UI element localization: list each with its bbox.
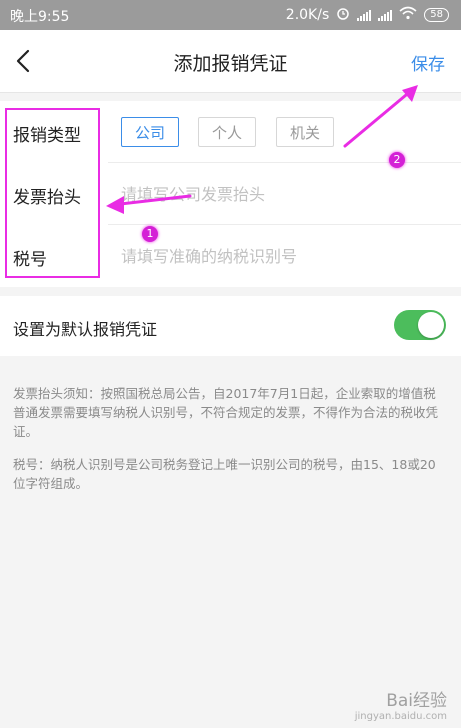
invoice-title-row: 发票抬头 [0,163,461,225]
type-option-company[interactable]: 公司 [121,117,179,147]
toggle-knob [418,312,444,338]
invoice-title-input[interactable] [121,177,441,211]
wifi-icon [399,6,417,24]
page-title: 添加报销凭证 [173,53,288,75]
tax-id-note: 税号：纳税人识别号是公司税务登记上唯一识别公司的税号，由15、18或20位字符组… [13,457,436,491]
default-setting-row: 设置为默认报销凭证 [0,296,461,356]
watermark: Bai经验 jingyan.baidu.com [355,686,447,722]
battery-icon: 58 [424,8,449,22]
default-setting-label: 设置为默认报销凭证 [13,320,158,339]
alarm-icon [336,6,350,24]
type-option-government[interactable]: 机关 [276,117,334,147]
signal-icon-2 [378,9,393,21]
signal-icon-1 [357,9,372,21]
type-label: 报销类型 [13,126,81,146]
tax-id-row: 税号 [0,225,461,287]
tax-id-input[interactable] [121,239,441,273]
invoice-title-label: 发票抬头 [13,188,81,208]
save-button[interactable]: 保存 [411,50,445,75]
status-bar: 晚上9:55 2.0K/s 58 [0,0,461,30]
invoice-title-note: 发票抬头须知：按照国税总局公告，自2017年7月1日起，企业索取的增值税普通发票… [13,386,439,439]
annotation-marker-1: 1 [142,226,158,242]
app-header: 添加报销凭证 保存 [0,30,461,93]
reimbursement-form: 报销类型 公司 个人 机关 发票抬头 税号 [0,101,461,287]
type-option-personal[interactable]: 个人 [198,117,256,147]
notes-section: 发票抬头须知：按照国税总局公告，自2017年7月1日起，企业索取的增值税普通发票… [13,384,445,507]
network-speed: 2.0K/s [285,7,330,23]
status-time: 晚上9:55 [10,9,70,25]
status-right: 2.0K/s 58 [286,6,449,24]
watermark-url: jingyan.baidu.com [354,711,447,722]
annotation-marker-2: 2 [389,152,405,168]
default-toggle[interactable] [394,310,446,340]
watermark-brand: Bai经验 [386,691,447,711]
tax-id-label: 税号 [13,250,47,270]
